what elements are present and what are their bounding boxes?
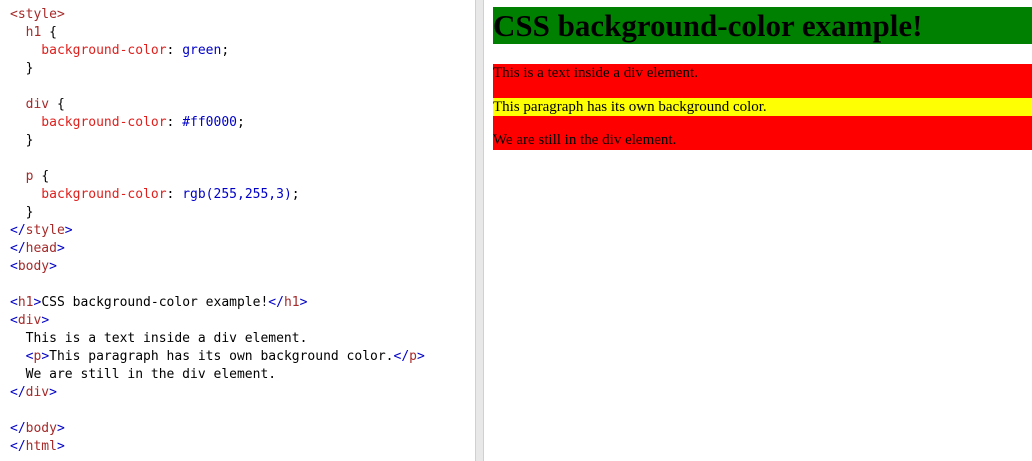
code-bracket-token: </ (393, 349, 410, 364)
code-text-token: ; (237, 115, 245, 130)
code-bracket-token: > (49, 259, 57, 274)
code-line: </html> (10, 438, 425, 456)
code-editor-pane[interactable]: <style> h1 { background-color: green; } … (0, 0, 475, 461)
code-bracket-token: > (56, 241, 65, 256)
code-tag-token: body (17, 259, 50, 274)
code-line: div { (10, 96, 425, 114)
code-line: </body> (10, 420, 425, 438)
code-text-token: CSS background-color example! (41, 295, 269, 310)
code-text-token: } (10, 205, 34, 220)
result-preview-pane: CSS background-color example! This is a … (484, 0, 1032, 461)
code-line: <div> (10, 312, 425, 330)
code-tag-token: div (17, 313, 42, 328)
code-line: <h1>CSS background-color example!</h1> (10, 294, 425, 312)
code-line: </head> (10, 240, 425, 258)
code-text-token: This paragraph has its own background co… (49, 349, 394, 364)
code-tag-token: <style> (10, 7, 65, 22)
code-tag-token: style (25, 223, 65, 238)
code-bracket-token: > (299, 295, 308, 310)
code-line: } (10, 204, 425, 222)
code-tag-token: h1 (10, 25, 50, 40)
code-text-token: : (166, 43, 183, 58)
code-tag-token: h1 (17, 295, 34, 310)
code-text-token: { (49, 25, 57, 40)
code-bracket-token: </ (10, 241, 26, 256)
code-text-token: ; (221, 43, 230, 58)
preview-div-text-first: This is a text inside a div element. (493, 65, 698, 81)
code-tag-token: p (10, 169, 42, 184)
code-bracket-token: < (10, 295, 18, 310)
code-tag-token: div (25, 385, 50, 400)
code-line: p { (10, 168, 425, 186)
preview-paragraph: This paragraph has its own background co… (493, 98, 1032, 116)
code-line: <body> (10, 258, 425, 276)
code-line: We are still in the div element. (10, 366, 425, 384)
code-value-token: green (182, 43, 222, 58)
code-line: background-color: green; (10, 42, 425, 60)
code-text-token: ; (291, 187, 300, 202)
code-text-token: } (10, 61, 34, 76)
code-value-token: #ff0000 (182, 115, 237, 130)
code-line: <style> (10, 6, 425, 24)
code-bracket-token: </ (10, 223, 26, 238)
code-line: } (10, 132, 425, 150)
preview-heading: CSS background-color example! (493, 7, 1032, 44)
preview-div-block: This is a text inside a div element. Thi… (493, 64, 1032, 150)
code-text-token: { (56, 97, 65, 112)
code-tag-token: h1 (283, 295, 300, 310)
code-bracket-token: </ (10, 385, 26, 400)
code-text-token: { (41, 169, 50, 184)
code-line: background-color: #ff0000; (10, 114, 425, 132)
code-bracket-token: > (64, 223, 73, 238)
code-value-token: rgb(255,255,3) (182, 187, 292, 202)
code-bracket-token: > (41, 313, 50, 328)
pane-resize-handle[interactable] (475, 0, 484, 461)
code-line: h1 { (10, 24, 425, 42)
code-line: </div> (10, 384, 425, 402)
code-bracket-token: < (10, 313, 18, 328)
code-bracket-token: > (56, 421, 65, 436)
code-tag-token: div (10, 97, 57, 112)
code-line: } (10, 60, 425, 78)
code-bracket-token: </ (10, 421, 26, 436)
code-text-token: We are still in the div element. (10, 367, 277, 382)
code-line: This is a text inside a div element. (10, 330, 425, 348)
code-bracket-token: > (56, 439, 65, 454)
code-tag-token: p (409, 349, 417, 364)
code-text-token: : (166, 115, 183, 130)
code-text-token: This is a text inside a div element. (10, 331, 308, 346)
code-bracket-token: </ (268, 295, 284, 310)
code-line: <p>This paragraph has its own background… (10, 348, 425, 366)
tryit-editor-window: <style> h1 { background-color: green; } … (0, 0, 1032, 461)
code-tag-token: head (25, 241, 57, 256)
code-line: </style> (10, 222, 425, 240)
code-text-token: } (10, 133, 34, 148)
code-property-token: background-color (10, 187, 167, 202)
code-property-token: background-color (10, 115, 167, 130)
code-bracket-token: < (10, 259, 18, 274)
code-property-token: background-color (10, 43, 167, 58)
code-tag-token: html (25, 439, 57, 454)
code-bracket-token: > (417, 349, 425, 364)
code-text-token: : (166, 187, 183, 202)
code-tag-token: body (25, 421, 57, 436)
preview-div-text-second: We are still in the div element. (493, 132, 677, 148)
code-bracket-token: </ (10, 439, 26, 454)
code-bracket-token: > (49, 385, 57, 400)
code-line: background-color: rgb(255,255,3); (10, 186, 425, 204)
code-bracket-token: > (41, 349, 50, 364)
code-editor-text[interactable]: <style> h1 { background-color: green; } … (10, 6, 425, 456)
